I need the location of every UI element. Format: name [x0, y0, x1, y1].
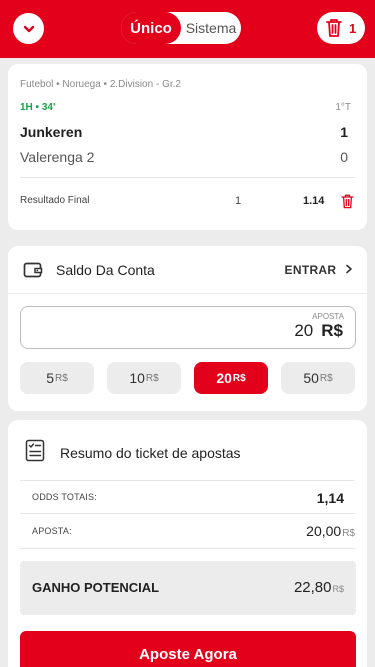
- collapse-button[interactable]: [13, 13, 44, 44]
- ticket-summary-card: Resumo do ticket de apostas ODDS TOTAIS:…: [8, 420, 367, 667]
- account-balance-label: Saldo Da Conta: [56, 262, 155, 278]
- bet-type-toggle: Único Sistema: [121, 12, 241, 44]
- quick-stake-currency: R$: [55, 372, 68, 384]
- match-period: 1°T: [335, 102, 351, 113]
- selection-odds: 1.14: [303, 195, 325, 207]
- quick-stake-currency: R$: [232, 372, 246, 384]
- clear-betslip-button[interactable]: 1: [317, 12, 365, 44]
- tab-sistema[interactable]: Sistema: [181, 12, 241, 44]
- chevron-down-icon: [23, 25, 34, 32]
- top-bar: Único Sistema 1: [0, 0, 375, 58]
- summary-title: Resumo do ticket de apostas: [60, 445, 241, 461]
- account-balance-row[interactable]: Saldo Da Conta ENTRAR: [8, 246, 367, 294]
- divider: [20, 177, 355, 178]
- quick-stake-amount: 5: [46, 370, 54, 386]
- quick-stake-50[interactable]: 50 R$: [281, 362, 355, 394]
- place-bet-button[interactable]: Aposte Agora: [20, 631, 356, 667]
- potential-win-currency: R$: [332, 584, 344, 594]
- divider: [20, 548, 355, 549]
- live-time: 1H • 34': [20, 102, 56, 113]
- divider: [20, 480, 355, 481]
- quick-stake-10[interactable]: 10 R$: [107, 362, 181, 394]
- away-score: 0: [340, 149, 348, 165]
- quick-stake-amount: 50: [303, 370, 319, 386]
- stake-input[interactable]: APOSTA 20 R$: [20, 306, 356, 349]
- wallet-icon: [23, 262, 43, 278]
- stake-card: Saldo Da Conta ENTRAR APOSTA 20 R$ 5 R$ 10…: [8, 246, 367, 411]
- tab-unico[interactable]: Único: [121, 12, 181, 44]
- stake-summary-currency: R$: [342, 528, 355, 539]
- home-score: 1: [340, 124, 348, 140]
- league-breadcrumb: Futebol • Noruega • 2.Division - Gr.2: [20, 79, 181, 90]
- potential-win-amount: 22,80: [293, 579, 332, 596]
- selected-outcome: 1: [235, 195, 242, 207]
- home-team: Junkeren: [20, 124, 83, 140]
- divider: [20, 513, 355, 514]
- chevron-right-icon: [346, 264, 352, 274]
- quick-stake-5[interactable]: 5 R$: [20, 362, 94, 394]
- quick-stake-20[interactable]: 20 R$: [194, 362, 268, 394]
- away-team: Valerenga 2: [20, 149, 95, 165]
- potential-win-label: GANHO POTENCIAL: [32, 580, 160, 595]
- market-name: Resultado Final: [20, 195, 90, 206]
- stake-amount-value: 20: [294, 321, 314, 340]
- quick-stake-currency: R$: [145, 372, 159, 384]
- quick-stake-currency: R$: [319, 372, 333, 384]
- stake-caption: APOSTA: [312, 312, 344, 321]
- quick-stake-amount: 10: [129, 370, 145, 386]
- total-odds-value: 1,14: [316, 490, 344, 506]
- selection-card: Futebol • Noruega • 2.Division - Gr.2 1H…: [8, 64, 367, 230]
- potential-win-box: GANHO POTENCIAL 22,80R$: [20, 561, 356, 615]
- stake-summary-value: 20,00R$: [306, 523, 355, 539]
- total-odds-label: ODDS TOTAIS:: [32, 492, 97, 502]
- stake-amount: 20 R$: [294, 321, 343, 341]
- remove-selection-trash-icon[interactable]: [341, 194, 354, 209]
- stake-summary-label: APOSTA:: [32, 526, 72, 536]
- potential-win-value: 22,80R$: [294, 579, 344, 596]
- trash-icon: [326, 19, 342, 37]
- bet-count-badge: 1: [349, 20, 357, 36]
- quick-stake-amount: 20: [216, 370, 232, 386]
- login-label: ENTRAR: [284, 263, 337, 277]
- stake-currency: R$: [321, 321, 343, 340]
- checklist-icon: [25, 439, 45, 462]
- login-link[interactable]: ENTRAR: [285, 263, 353, 277]
- stake-summary-amount: 20,00: [306, 523, 342, 539]
